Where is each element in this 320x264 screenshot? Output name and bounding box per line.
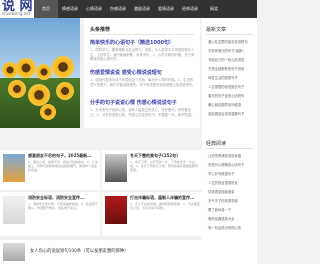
headline-link[interactable]: 简单快乐的心语句子（精选1000句） bbox=[90, 39, 174, 46]
latest-item[interactable]: 朋友圈适合说说温暖句子 bbox=[206, 111, 256, 116]
latest-item[interactable]: 春天的句子说说心情短句 bbox=[206, 93, 256, 98]
classic-item[interactable]: 累了就休息一下 bbox=[206, 207, 256, 212]
article-summary: 1、消防安全靠大家，平安幸福你我他。2、隐患险于明火，防范胜于救灾，责任重于泰山… bbox=[28, 202, 98, 211]
article-thumbnail[interactable] bbox=[105, 154, 127, 182]
banner-image[interactable] bbox=[0, 18, 80, 128]
nav-item-2[interactable]: 心情语录 bbox=[82, 0, 106, 18]
article-title[interactable]: 感激朋友不尽的句子，2025最新... bbox=[28, 153, 92, 159]
latest-item[interactable]: 不是全部都有的句子说说 bbox=[206, 66, 256, 71]
sidebar: 最新文章 爱心在这里的励志说说短句 平安伴我行的句子(最新) 写给自己的一段心情… bbox=[202, 18, 257, 264]
nav-item-4[interactable]: 激励语录 bbox=[130, 0, 154, 18]
divider bbox=[206, 34, 253, 35]
headline-link[interactable]: 伤感爱情说说 感受心情说说短句 bbox=[90, 69, 162, 76]
classic-item[interactable]: 人生的箴言语录说说 bbox=[206, 180, 256, 185]
article-card[interactable]: 感激朋友不尽的句子，2025最新... 1、朋友之间，感激不尽，我会记住你的好。… bbox=[0, 150, 100, 190]
article-summary: 1、冬天下雪，白茫茫的一片，下雪的冬天一片白色。2、冬天下雪的日子里，所有的美好… bbox=[130, 160, 198, 173]
site-domain: shuoweng.net bbox=[2, 11, 31, 16]
article-card[interactable]: 打击诈骗标语，遏制人诈骗的宣传... 1、天上不会掉馅饼，遇到转账需警惕。2、不… bbox=[102, 192, 202, 236]
article-title[interactable]: 冬天下雪的美句子(252句) bbox=[130, 153, 178, 159]
headline-panel: 头条推荐 简单快乐的心语句子（精选1000句） 1、同样学习，要求她职业生活努力… bbox=[84, 18, 200, 128]
sunflower-image bbox=[52, 56, 74, 78]
classic-item[interactable]: 晚安经典语录大全 bbox=[206, 216, 256, 221]
divider bbox=[206, 148, 253, 149]
article-card[interactable]: 消防安全标语，消防安全宣传... 1、消防安全靠大家，平安幸福你我他。2、隐患险… bbox=[0, 192, 100, 236]
latest-item[interactable]: 平安伴我行的句子(最新) bbox=[206, 48, 256, 53]
sunflower-image bbox=[16, 58, 36, 78]
latest-item[interactable]: 暖心朋友圈早安问候语 bbox=[206, 102, 256, 107]
nav-item-6[interactable]: 经典语录 bbox=[178, 0, 202, 18]
nav-item-7[interactable]: 搞笑 bbox=[202, 0, 226, 18]
article-title[interactable]: 女人伤心的说说短句100条（可以发朋友圈的那种） bbox=[30, 248, 128, 254]
classic-heading: 经典阅读 bbox=[206, 141, 227, 147]
nav-item-3[interactable]: 伤感语录 bbox=[106, 0, 130, 18]
sunflower-image bbox=[28, 84, 50, 106]
headline-heading: 头条推荐 bbox=[90, 27, 111, 33]
nav-home[interactable]: 首页 bbox=[34, 0, 58, 18]
article-thumbnail[interactable] bbox=[3, 243, 25, 261]
latest-item[interactable]: 爱心在这里的励志说说短句 bbox=[206, 39, 256, 44]
classic-item[interactable]: 让你觉得诸葛说说幸福 bbox=[206, 153, 256, 158]
classic-item[interactable]: 说说可以感慨的心情句子 bbox=[206, 162, 256, 167]
latest-item[interactable]: 人生感悟的说说励志句子 bbox=[206, 84, 256, 89]
sunflower-image bbox=[40, 104, 56, 120]
classic-item[interactable]: 早上好问候语句子 bbox=[206, 171, 256, 176]
classic-item[interactable]: 情感语录经典语录 bbox=[206, 189, 256, 194]
latest-heading: 最新文章 bbox=[206, 27, 227, 33]
article-thumbnail[interactable] bbox=[3, 154, 25, 182]
sunflower-image bbox=[8, 80, 26, 98]
article-title[interactable]: 消防安全标语，消防安全宣传... bbox=[28, 195, 85, 201]
classic-item[interactable]: 用一句话说出你的心情 bbox=[206, 225, 256, 230]
sunflower-image bbox=[56, 82, 74, 100]
article-summary: 1、天上不会掉馅饼，遇到转账需警惕。2、不贪便宜不上当，不听不信不转账。 bbox=[130, 202, 200, 211]
headline-summary: 1、感到代表快乐却不多想到这个东西，每天什么样的时候。2、生活的意义在努力，我们… bbox=[90, 78, 196, 87]
latest-item[interactable]: 写给自己的一段心情说说 bbox=[206, 57, 256, 62]
article-thumbnail[interactable] bbox=[3, 196, 25, 224]
article-thumbnail[interactable] bbox=[105, 196, 127, 224]
nav-item-1[interactable]: 情感语录 bbox=[58, 0, 82, 18]
article-card[interactable]: 冬天下雪的美句子(252句) 1、冬天下雪，白茫茫的一片，下雪的冬天一片白色。2… bbox=[102, 150, 202, 190]
headline-summary: 1、分手的句子说说心情，没有人能真正的关心，好好爱你，好好爱自己。2、分手的说说… bbox=[90, 108, 195, 117]
divider bbox=[90, 34, 194, 35]
article-card[interactable]: 女人伤心的说说短句100条（可以发朋友圈的那种） bbox=[0, 240, 202, 264]
classic-item[interactable]: 天气冷了你多穿衣服 bbox=[206, 198, 256, 203]
article-summary: 1、朋友之间，感激不尽，我会记住你的好。2、人生路上，有你们这样的朋友是我的福气… bbox=[28, 160, 98, 173]
sunflower-image bbox=[36, 64, 52, 80]
headline-summary: 1、同样学习，要求她职业生活努力，但是，与人发现平平常常的快乐人生，上好学生，我… bbox=[90, 48, 195, 62]
article-title[interactable]: 打击诈骗标语，遏制人诈骗的宣传... bbox=[130, 195, 195, 201]
latest-item[interactable]: 转发生活的感悟句子 bbox=[206, 75, 256, 80]
nav-item-5[interactable]: 爱情语录 bbox=[154, 0, 178, 18]
headline-link[interactable]: 分手的句子说说心情 伤感心情说说句子 bbox=[90, 99, 177, 106]
